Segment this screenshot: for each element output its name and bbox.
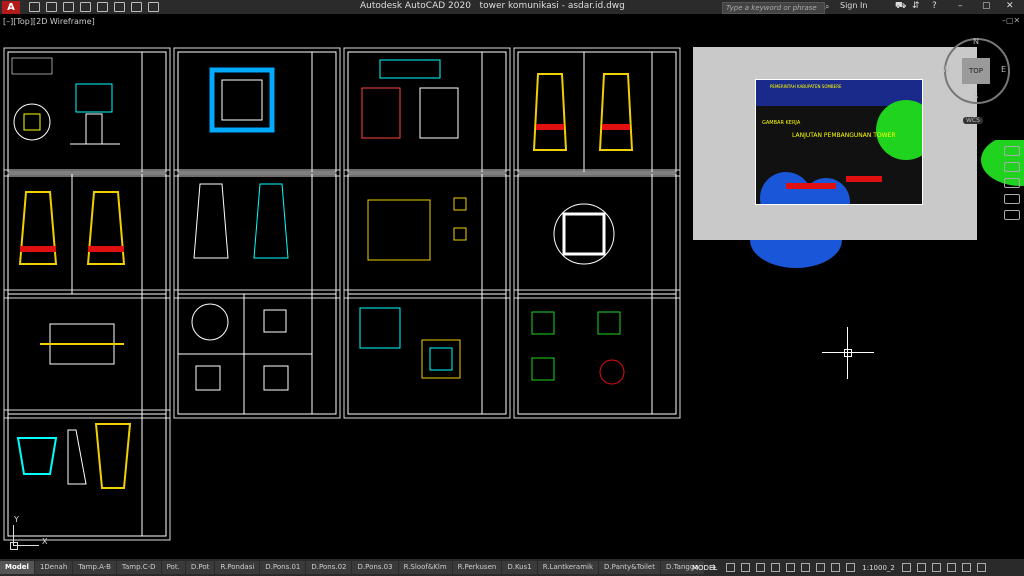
sheet-13	[3, 409, 171, 541]
background-shape	[750, 240, 842, 268]
cart-icon[interactable]: ⛟	[895, 1, 906, 12]
layout-tab[interactable]: D.Pot	[185, 561, 215, 574]
snap-icon[interactable]	[741, 563, 751, 572]
app-title: Autodesk AutoCAD 2020	[360, 1, 471, 11]
zoom-icon[interactable]	[1004, 178, 1020, 188]
minimize-icon[interactable]: –	[958, 1, 963, 11]
save-as-icon[interactable]	[80, 2, 91, 12]
sheet-3	[343, 47, 511, 177]
sheet-1	[3, 47, 171, 177]
layout-tab[interactable]: 1Denah	[34, 561, 73, 574]
lineweight-icon[interactable]	[816, 563, 826, 572]
sign-in-button[interactable]: Sign In	[840, 1, 867, 10]
sheet-5	[3, 169, 171, 299]
preview-heading: LANJUTAN PEMBANGUNAN TOWER	[792, 132, 896, 139]
annotation-scale[interactable]: 1:1000_2	[862, 564, 895, 572]
layout-tab[interactable]: R.Perkusen	[452, 561, 502, 574]
layout-tab[interactable]: Model	[0, 561, 34, 574]
ucs-x-label: X	[42, 537, 48, 546]
layout-tab[interactable]: R.Sloof&Klm	[398, 561, 452, 574]
model-space-button[interactable]: MODEL	[692, 564, 717, 572]
redo-icon[interactable]	[131, 2, 142, 12]
otrack-icon[interactable]	[801, 563, 811, 572]
layout-tab[interactable]: D.Pons.03	[352, 561, 398, 574]
customization-menu-icon[interactable]	[976, 563, 986, 572]
osnap-icon[interactable]	[786, 563, 796, 572]
autocad-logo-icon[interactable]: A	[2, 0, 20, 14]
share-icon[interactable]	[148, 2, 159, 12]
sheet-11	[343, 289, 511, 419]
status-bar: Model 1Denah Tamp.A-B Tamp.C-D Pot. D.Pot R.Po…	[0, 559, 1024, 576]
help-icon[interactable]: ?	[932, 1, 937, 11]
sheet-10	[173, 289, 341, 419]
preview-subtitle: GAMBAR KERJA	[762, 120, 801, 126]
status-tools: MODEL 1:1000_2	[692, 559, 989, 576]
open-file-icon[interactable]	[46, 2, 57, 12]
close-icon[interactable]: ✕	[1006, 1, 1014, 11]
layout-tab[interactable]: Tamp.C-D	[116, 561, 161, 574]
viewcube[interactable]: TOP N S E W	[942, 37, 1010, 104]
isolate-objects-icon[interactable]	[931, 563, 941, 572]
layout-tab[interactable]: D.Pons.02	[306, 561, 352, 574]
connect-icon[interactable]: ⇵	[912, 1, 920, 11]
layout-tab[interactable]: D.Panty&Toilet	[599, 561, 660, 574]
sheet-9	[3, 289, 171, 419]
file-name: tower komunikasi - asdar.id.dwg	[479, 1, 625, 11]
sheet-6	[173, 169, 341, 299]
compass-west[interactable]: W	[942, 65, 950, 74]
sheet-12	[513, 289, 681, 419]
quick-access-toolbar	[26, 2, 162, 12]
maximize-icon[interactable]: ▢	[982, 1, 991, 11]
sheet-4	[513, 47, 681, 177]
cover-sheet-thumbnail: PEMERINTAH KABUPATEN SOMBERE GAMBAR KERJ…	[755, 79, 923, 205]
annotation-monitor-icon[interactable]	[916, 563, 926, 572]
sheet-8	[513, 169, 681, 299]
window-title: Autodesk AutoCAD 2020 tower komunikasi -…	[360, 1, 625, 11]
clean-screen-icon[interactable]	[961, 563, 971, 572]
orbit-icon[interactable]	[1004, 194, 1020, 204]
search-input[interactable]: Type a keyword or phrase	[722, 2, 825, 14]
layout-tab[interactable]: D.Pons.01	[260, 561, 306, 574]
selection-cycling-icon[interactable]	[846, 563, 856, 572]
annotation-visibility-icon[interactable]	[831, 563, 841, 572]
crosshair-pickbox	[844, 349, 852, 357]
new-file-icon[interactable]	[29, 2, 40, 12]
search-icon[interactable]: ⌕	[825, 2, 829, 12]
pan-icon[interactable]	[1004, 162, 1020, 172]
steering-wheel-icon[interactable]	[1004, 146, 1020, 156]
layout-tab[interactable]: Tamp.A-B	[73, 561, 116, 574]
preview-line1: PEMERINTAH KABUPATEN SOMBERE	[770, 84, 842, 89]
layout-tab[interactable]: R.Lantkeramik	[537, 561, 599, 574]
ucs-origin-icon	[10, 542, 18, 550]
layout-preview[interactable]: PEMERINTAH KABUPATEN SOMBERE GAMBAR KERJ…	[693, 47, 977, 240]
ucs-y-label: Y	[14, 515, 19, 524]
layout-tab[interactable]: R.Pondasi	[215, 561, 260, 574]
sheet-7	[343, 169, 511, 299]
showmotion-icon[interactable]	[1004, 210, 1020, 220]
title-bar: A Autodesk AutoCAD 2020 tower komunikasi…	[0, 0, 1024, 14]
workspace-gear-icon[interactable]	[901, 563, 911, 572]
grid-icon[interactable]	[726, 563, 736, 572]
print-icon[interactable]	[97, 2, 108, 12]
hardware-acceleration-icon[interactable]	[946, 563, 956, 572]
sheet-2	[173, 47, 341, 177]
save-icon[interactable]	[63, 2, 74, 12]
compass-south[interactable]: S	[973, 92, 978, 101]
compass-east[interactable]: E	[1001, 65, 1006, 74]
undo-icon[interactable]	[114, 2, 125, 12]
compass-north[interactable]: N	[973, 37, 979, 46]
navigation-bar	[1000, 140, 1024, 300]
layout-tab[interactable]: Pot.	[161, 561, 185, 574]
polar-icon[interactable]	[771, 563, 781, 572]
layout-tab[interactable]: D.Kus1	[502, 561, 537, 574]
ortho-icon[interactable]	[756, 563, 766, 572]
viewcube-top-face[interactable]: TOP	[962, 58, 990, 84]
wcs-menu[interactable]: WCS	[963, 117, 983, 124]
layout-tabs: Model 1Denah Tamp.A-B Tamp.C-D Pot. D.Pot R.Po…	[0, 559, 722, 576]
